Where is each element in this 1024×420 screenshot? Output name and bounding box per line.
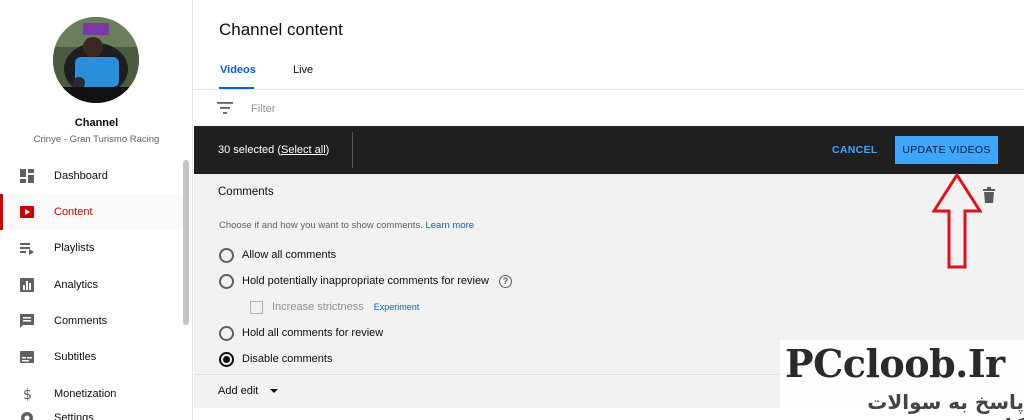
sidebar-item-label: Playlists (54, 242, 95, 254)
playlists-icon (20, 243, 34, 255)
chevron-down-icon (270, 389, 279, 393)
tabs-divider (194, 89, 1024, 90)
analytics-icon (20, 278, 34, 292)
add-edit-label: Add edit (218, 385, 259, 397)
subtitles-icon (20, 351, 34, 363)
description-text: Choose if and how you want to show comme… (219, 220, 423, 231)
sidebar-item-label: Subtitles (54, 351, 97, 363)
selected-count: 30 selected (218, 144, 275, 156)
filter-input[interactable] (251, 100, 551, 118)
radio-button[interactable] (219, 273, 234, 289)
sidebar-item-label: Comments (54, 315, 108, 327)
experiment-badge: Experiment (373, 302, 420, 312)
watermark-subtitle: پاسخ به سوالات کامپیوتری (867, 390, 1024, 420)
comments-icon (20, 314, 34, 328)
channel-name: Crinye - Gran Turismo Racing (33, 134, 160, 145)
panel-title: Comments (218, 186, 274, 198)
update-videos-button[interactable]: UPDATE VIDEOS (895, 136, 998, 164)
youtube-studio-window: Channel Crinye - Gran Turismo Racing Das… (0, 0, 1024, 420)
learn-more-link[interactable]: Learn more (425, 220, 474, 231)
increase-strictness-checkbox[interactable] (250, 300, 263, 314)
checkbox-label: Increase strictness (272, 301, 364, 313)
increase-strictness-row: Increase strictness Experiment (250, 299, 419, 315)
panel-description: Choose if and how you want to show comme… (219, 220, 474, 231)
radio-hold-all[interactable]: Hold all comments for review (219, 324, 383, 342)
radio-hold-inappropriate[interactable]: Hold potentially inappropriate comments … (219, 272, 513, 290)
radio-label: Disable comments (242, 353, 333, 365)
help-icon[interactable]: ? (499, 274, 513, 288)
content-icon (20, 206, 34, 218)
sidebar-item-settings[interactable]: Settings (0, 400, 182, 420)
sidebar-item-analytics[interactable]: Analytics (0, 267, 182, 303)
channel-label: Channel (74, 117, 119, 129)
selection-summary: 30 selected (Select all) (218, 144, 330, 156)
sidebar-item-label: Settings (54, 412, 94, 420)
dashboard-icon (20, 169, 34, 183)
radio-label: Allow all comments (242, 249, 337, 261)
radio-label: Hold potentially inappropriate comments … (242, 275, 490, 287)
sidebar: Channel Crinye - Gran Turismo Racing Das… (0, 0, 193, 420)
filter-icon[interactable] (217, 101, 233, 115)
tab-videos[interactable]: Videos (220, 64, 256, 76)
channel-avatar[interactable] (53, 17, 139, 103)
sidebar-item-dashboard[interactable]: Dashboard (0, 158, 182, 194)
radio-button[interactable] (219, 325, 234, 341)
sidebar-item-label: Dashboard (54, 170, 108, 182)
active-indicator (0, 194, 3, 230)
radio-allow-all[interactable]: Allow all comments (219, 246, 336, 264)
sidebar-item-playlists[interactable]: Playlists (0, 230, 182, 266)
sidebar-scrollbar[interactable] (183, 160, 189, 325)
radio-disable-comments[interactable]: Disable comments (219, 350, 332, 368)
radio-label: Hold all comments for review (242, 327, 384, 339)
selection-bar: 30 selected (Select all) CANCEL UPDATE V… (194, 126, 1024, 174)
avatar-image (53, 17, 139, 103)
settings-icon (21, 412, 33, 420)
sidebar-item-label: Monetization (54, 388, 117, 400)
trash-icon[interactable] (982, 187, 996, 203)
sidebar-item-label: Analytics (54, 279, 99, 291)
page-title: Channel content (219, 20, 343, 39)
radio-button-checked[interactable] (219, 351, 234, 367)
watermark-logo: PCcloob.Ir (785, 341, 1005, 386)
tab-live[interactable]: Live (293, 64, 313, 76)
add-edit-button[interactable]: Add edit (218, 385, 279, 397)
sidebar-item-content[interactable]: Content (0, 194, 182, 230)
cancel-button[interactable]: CANCEL (827, 141, 883, 159)
sidebar-item-label: Content (54, 206, 93, 218)
select-all-link[interactable]: Select all (281, 144, 326, 156)
sidebar-item-comments[interactable]: Comments (0, 303, 182, 339)
sidebar-item-subtitles[interactable]: Subtitles (0, 339, 182, 375)
annotation-arrow-icon (932, 173, 982, 269)
radio-button[interactable] (219, 247, 234, 263)
selection-separator (352, 132, 353, 168)
